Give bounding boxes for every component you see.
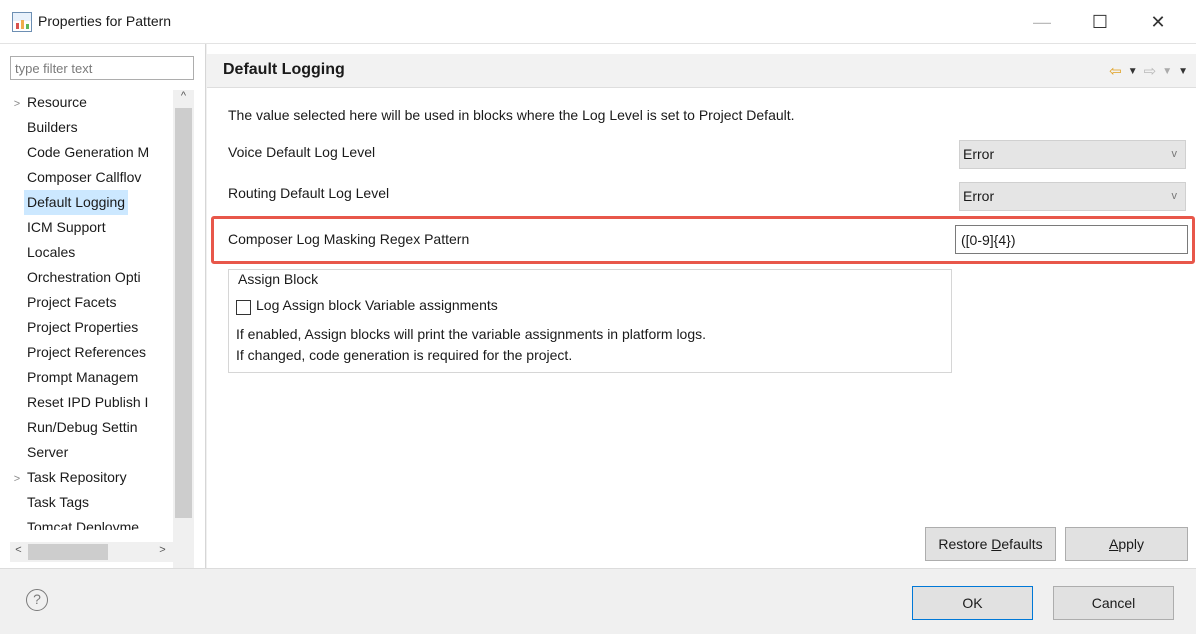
tree-item[interactable]: Task Tags bbox=[10, 490, 92, 515]
scroll-left-icon[interactable]: < bbox=[10, 544, 27, 556]
tree-item-label: Tomcat Deployme bbox=[27, 519, 140, 530]
routing-log-level-select[interactable]: Error v bbox=[959, 182, 1186, 211]
preference-tree: > Resource Builders Code Generation M Compos… bbox=[10, 90, 173, 530]
page-description: The value selected here will be used in … bbox=[228, 107, 795, 123]
window-title: Properties for Pattern bbox=[38, 13, 172, 29]
filter-input[interactable] bbox=[10, 56, 194, 80]
routing-log-level-label: Routing Default Log Level bbox=[228, 185, 390, 201]
tree-item[interactable]: Composer Callflov bbox=[10, 165, 144, 190]
chevron-right-icon[interactable]: > bbox=[10, 467, 24, 492]
tree-item[interactable]: Project References bbox=[10, 340, 149, 365]
button-label: Restore bbox=[938, 536, 992, 552]
tree-item[interactable]: Builders bbox=[10, 115, 81, 140]
tree-item[interactable]: Server bbox=[10, 440, 71, 465]
tree-vertical-scrollbar[interactable]: ^ v bbox=[173, 90, 194, 584]
tree-item-label: Resource bbox=[27, 94, 87, 110]
ok-button[interactable]: OK bbox=[912, 586, 1033, 620]
tree-item-label: Builders bbox=[27, 119, 78, 135]
scroll-right-icon[interactable]: > bbox=[154, 544, 171, 556]
tree-item[interactable]: Project Facets bbox=[10, 290, 119, 315]
tree-item[interactable]: Project Properties bbox=[10, 315, 141, 340]
tree-item[interactable]: Reset IPD Publish I bbox=[10, 390, 151, 415]
voice-log-level-select[interactable]: Error v bbox=[959, 140, 1186, 169]
close-button[interactable]: ✕ bbox=[1138, 8, 1178, 36]
log-assign-checkbox-label[interactable]: Log Assign block Variable assignments bbox=[256, 297, 498, 313]
title-bar: Properties for Pattern — ☐ ✕ bbox=[0, 0, 1196, 44]
apply-button[interactable]: Apply bbox=[1065, 527, 1188, 561]
tree-horizontal-scrollbar[interactable]: < > bbox=[10, 542, 173, 562]
assign-help-text: If changed, code generation is required … bbox=[236, 347, 573, 363]
tree-item[interactable]: > Resource bbox=[10, 90, 90, 115]
back-arrow-icon[interactable]: ⇦ bbox=[1109, 62, 1122, 80]
preference-tree-panel: >ResourceBuildersCode Generation MCompos… bbox=[0, 44, 206, 584]
tree-item-label: Project Facets bbox=[27, 294, 117, 310]
assign-block-group: Assign Block Log Assign block Variable a… bbox=[228, 269, 952, 373]
tree-item[interactable]: Default Logging bbox=[10, 190, 129, 215]
tree-item-label: Code Generation M bbox=[27, 144, 150, 160]
chevron-right-icon[interactable]: > bbox=[10, 92, 24, 117]
button-label: efaults bbox=[1001, 536, 1043, 552]
tree-item-label: ICM Support bbox=[27, 219, 106, 235]
scroll-up-icon[interactable]: ^ bbox=[175, 90, 192, 102]
tree-item[interactable]: Tomcat Deployme bbox=[10, 515, 142, 530]
regex-pattern-label: Composer Log Masking Regex Pattern bbox=[228, 231, 470, 247]
tree-item-label: Project Properties bbox=[27, 319, 139, 335]
tree-item-label: Run/Debug Settin bbox=[27, 419, 138, 435]
forward-dropdown-icon[interactable]: ▼ bbox=[1162, 66, 1172, 77]
properties-page: Default Logging ⇦ ▼ ⇨ ▼ ▼ The value sele… bbox=[207, 44, 1196, 568]
button-label: pply bbox=[1118, 536, 1145, 552]
tree-item-label: Default Logging bbox=[24, 190, 129, 215]
voice-log-level-value: Error bbox=[963, 146, 995, 162]
restore-defaults-button[interactable]: Restore Defaults bbox=[925, 527, 1056, 561]
cancel-button[interactable]: Cancel bbox=[1053, 586, 1174, 620]
tree-item-label: Prompt Managem bbox=[27, 369, 139, 385]
chevron-down-icon: v bbox=[1171, 148, 1178, 160]
regex-pattern-input[interactable] bbox=[955, 225, 1188, 254]
dialog-footer: ? OK Cancel bbox=[0, 568, 1196, 634]
mnemonic: D bbox=[991, 536, 1002, 552]
routing-log-level-value: Error bbox=[963, 188, 995, 204]
tree-item[interactable]: Code Generation M bbox=[10, 140, 152, 165]
page-title: Default Logging bbox=[223, 61, 345, 78]
tree-item-label: Composer Callflov bbox=[27, 169, 142, 185]
group-title: Assign Block bbox=[238, 271, 319, 287]
tree-item[interactable]: Locales bbox=[10, 240, 78, 265]
minimize-button[interactable]: — bbox=[1022, 8, 1062, 36]
maximize-button[interactable]: ☐ bbox=[1080, 8, 1120, 36]
mnemonic: A bbox=[1108, 536, 1119, 552]
tree-item[interactable]: Run/Debug Settin bbox=[10, 415, 141, 440]
tree-item-label: Project References bbox=[27, 344, 147, 360]
forward-arrow-icon[interactable]: ⇨ bbox=[1144, 62, 1157, 80]
assign-help-text: If enabled, Assign blocks will print the… bbox=[236, 326, 707, 342]
view-menu-icon[interactable]: ▼ bbox=[1178, 66, 1188, 77]
tree-item[interactable]: > Task Repository bbox=[10, 465, 130, 490]
tree-item[interactable]: Orchestration Opti bbox=[10, 265, 144, 290]
tree-item-label: Task Repository bbox=[27, 469, 127, 485]
chevron-down-icon: v bbox=[1171, 190, 1178, 202]
horizontal-scroll-thumb[interactable] bbox=[28, 544, 108, 560]
help-icon[interactable]: ? bbox=[26, 589, 48, 611]
page-navigation: ⇦ ▼ ⇨ ▼ ▼ bbox=[1109, 62, 1188, 80]
tree-item[interactable]: ICM Support bbox=[10, 215, 109, 240]
tree-item-label: Task Tags bbox=[27, 494, 89, 510]
tree-item-label: Orchestration Opti bbox=[27, 269, 141, 285]
tree-item[interactable]: Prompt Managem bbox=[10, 365, 141, 390]
tree-item-label: Server bbox=[27, 444, 69, 460]
properties-window-icon bbox=[12, 12, 32, 32]
voice-log-level-label: Voice Default Log Level bbox=[228, 144, 376, 160]
vertical-scroll-thumb[interactable] bbox=[175, 108, 192, 518]
tree-item-label: Locales bbox=[27, 244, 76, 260]
log-assign-checkbox[interactable] bbox=[236, 300, 251, 315]
back-dropdown-icon[interactable]: ▼ bbox=[1128, 66, 1138, 77]
page-header: Default Logging ⇦ ▼ ⇨ ▼ ▼ bbox=[207, 54, 1196, 88]
tree-item-label: Reset IPD Publish I bbox=[27, 394, 149, 410]
